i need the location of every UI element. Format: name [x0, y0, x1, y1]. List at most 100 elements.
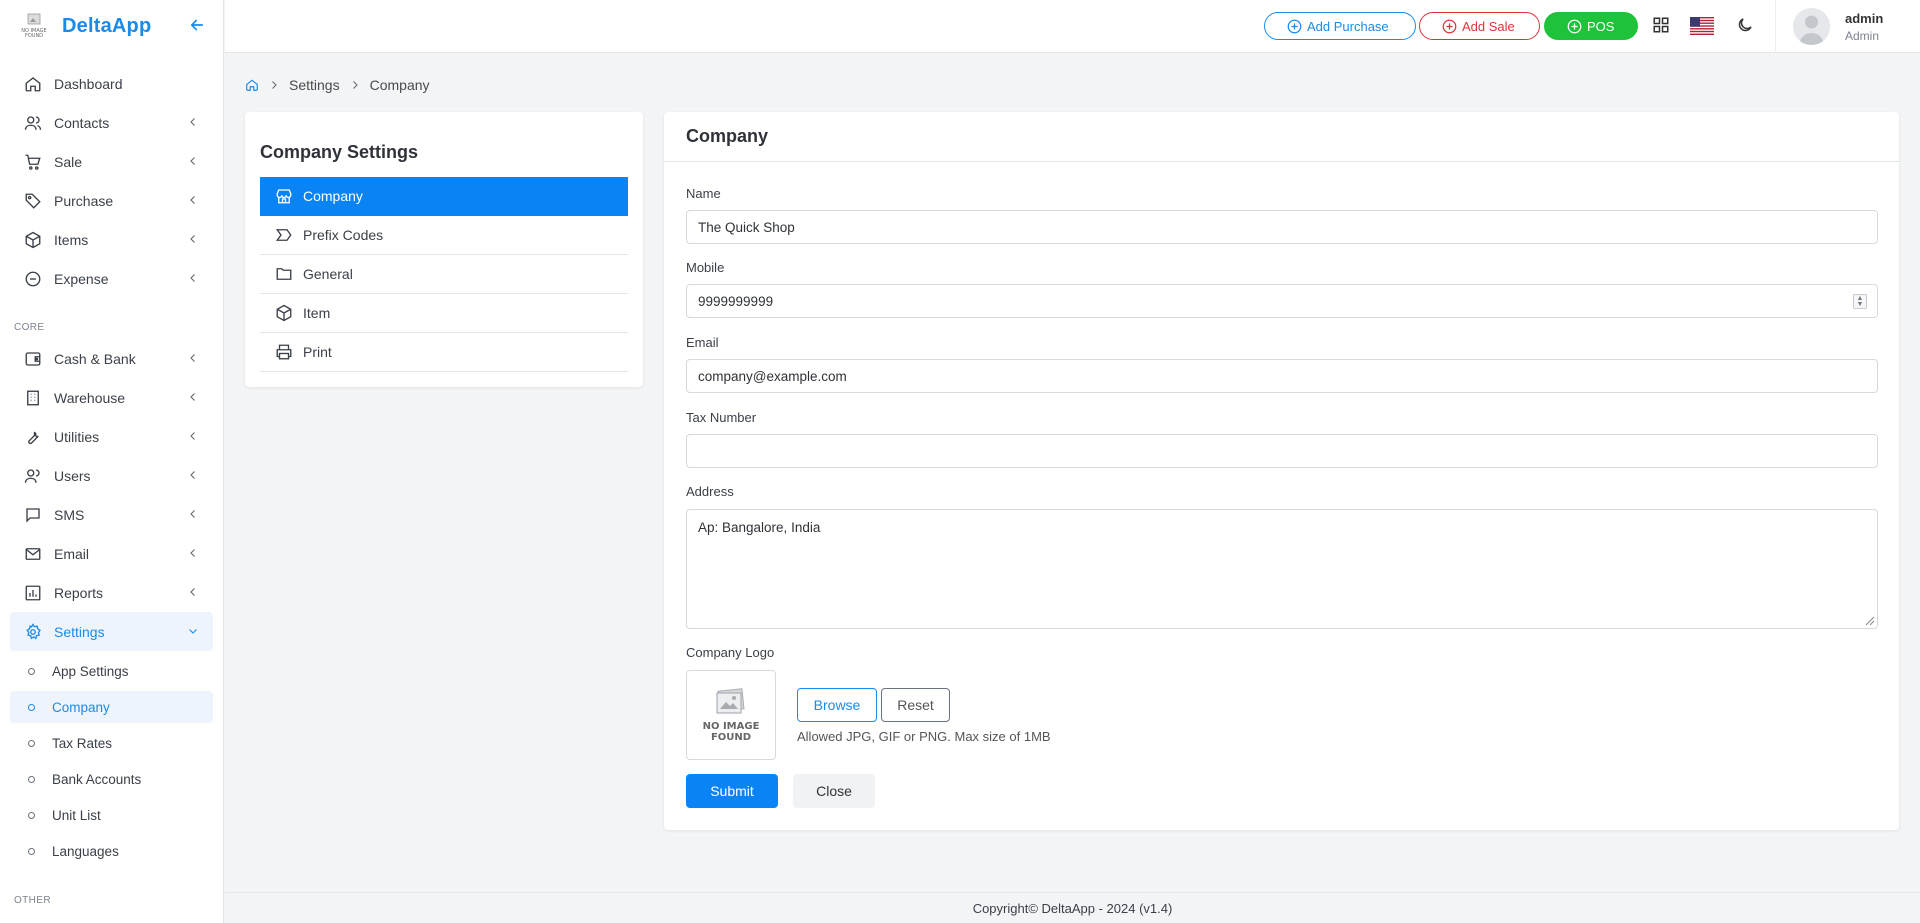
sidebar-subitem-bank-accounts[interactable]: Bank Accounts	[10, 763, 213, 795]
report-icon	[25, 585, 41, 600]
sidebar-item-reports[interactable]: Reports	[10, 573, 213, 612]
chevron-left-icon	[190, 274, 195, 282]
settings-menu-item[interactable]: Item	[260, 294, 628, 333]
sidebar-section-core: CORE	[14, 322, 45, 333]
sidebar-item-users[interactable]: Users	[10, 456, 213, 495]
us-flag-icon[interactable]	[1690, 17, 1714, 35]
sidebar-item-label: Sale	[54, 153, 83, 170]
tag-icon	[25, 193, 41, 209]
sidebar-subitem-languages[interactable]: Languages	[10, 835, 213, 867]
sidebar-subitem-label: Company	[52, 699, 110, 715]
settings-menu-label: General	[303, 266, 353, 282]
name-input[interactable]: The Quick Shop	[686, 210, 1878, 244]
apps-grid-icon[interactable]	[1652, 16, 1670, 34]
mobile-input[interactable]: 9999999999 ▲ ▼	[686, 284, 1878, 318]
settings-menu-prefix-codes[interactable]: Prefix Codes	[260, 216, 628, 255]
message-icon	[26, 507, 40, 523]
sidebar-item-settings[interactable]: Settings	[10, 612, 213, 651]
sidebar-item-label: Expense	[54, 270, 109, 287]
sidebar-section-other: OTHER	[14, 895, 51, 906]
sidebar-subitem-label: App Settings	[52, 663, 129, 679]
circle-bullet-icon	[28, 775, 35, 783]
sidebar-subitem-label: Languages	[52, 843, 119, 859]
chevron-left-icon	[190, 432, 195, 440]
back-arrow-icon[interactable]	[188, 16, 206, 34]
cart-icon	[25, 154, 41, 170]
sidebar-subitem-tax-rates[interactable]: Tax Rates	[10, 727, 213, 759]
image-placeholder-icon	[716, 688, 745, 714]
browse-button[interactable]: Browse	[797, 688, 877, 722]
folder-icon	[276, 268, 292, 280]
sidebar-item-label: Email	[54, 545, 90, 562]
name-label: Name	[686, 186, 721, 201]
settings-menu-label: Prefix Codes	[303, 227, 384, 243]
settings-menu-general[interactable]: General	[260, 255, 628, 294]
chevron-left-icon	[190, 354, 195, 362]
sidebar-item-sms[interactable]: SMS	[10, 495, 213, 534]
gear-icon	[26, 622, 41, 639]
sidebar-item-sale[interactable]: Sale	[10, 142, 213, 181]
settings-menu-company[interactable]: Company	[260, 177, 628, 216]
circle-bullet-icon	[28, 847, 35, 855]
breadcrumb-company: Company	[369, 77, 430, 93]
settings-menu-label: Print	[303, 344, 332, 360]
close-button[interactable]: Close	[793, 774, 875, 808]
home-icon[interactable]	[245, 78, 259, 92]
add-sale-label: Add Sale	[1462, 18, 1515, 34]
submit-button[interactable]: Submit	[686, 774, 778, 808]
sidebar-item-label: Contacts	[54, 114, 110, 131]
sidebar-item-utilities[interactable]: Utilities	[10, 417, 213, 456]
sidebar-item-warehouse[interactable]: Warehouse	[10, 378, 213, 417]
address-textarea[interactable]: Ap: Bangalore, India	[686, 509, 1878, 629]
chevron-right-icon	[349, 79, 361, 91]
pos-button[interactable]: POS	[1544, 12, 1638, 40]
breadcrumb-settings[interactable]: Settings	[289, 77, 340, 93]
sidebar-subitem-unit-list[interactable]: Unit List	[10, 799, 213, 831]
sidebar-item-dashboard[interactable]: Dashboard	[10, 64, 213, 103]
sidebar-subitem-app-settings[interactable]: App Settings	[10, 655, 213, 687]
sidebar-item-contacts[interactable]: Contacts	[10, 103, 213, 142]
chevron-left-icon	[190, 118, 195, 126]
mobile-label: Mobile	[686, 260, 725, 275]
sidebar-item-expense[interactable]: Expense	[10, 259, 213, 298]
plus-circle-icon	[1442, 19, 1457, 33]
email-label: Email	[686, 335, 719, 350]
brand-name: DeltaApp	[62, 14, 152, 37]
add-purchase-button[interactable]: Add Purchase	[1264, 12, 1416, 40]
moon-icon[interactable]	[1736, 16, 1754, 34]
chevron-right-icon	[268, 79, 280, 91]
sidebar-item-email[interactable]: Email	[10, 534, 213, 573]
avatar[interactable]	[1793, 8, 1830, 45]
sidebar-item-label: Utilities	[54, 428, 100, 445]
sidebar-item-cash-bank[interactable]: Cash & Bank	[10, 339, 213, 378]
settings-menu-print[interactable]: Print	[260, 333, 628, 372]
tax-number-input[interactable]	[686, 434, 1878, 468]
address-label: Address	[686, 484, 734, 499]
chevron-left-icon	[190, 471, 195, 479]
sidebar-item-label: Reports	[54, 584, 104, 601]
add-sale-button[interactable]: Add Sale	[1419, 12, 1540, 40]
user-name[interactable]: admin	[1845, 11, 1883, 26]
number-spinner[interactable]: ▲ ▼	[1853, 294, 1867, 309]
chevron-left-icon	[190, 549, 195, 557]
chevron-left-icon	[190, 235, 195, 243]
pos-label: POS	[1587, 18, 1615, 34]
sidebar-item-purchase[interactable]: Purchase	[10, 181, 213, 220]
circle-bullet-icon	[28, 811, 35, 819]
sidebar-item-label: SMS	[54, 506, 85, 523]
store-icon	[276, 189, 292, 204]
sidebar-item-items[interactable]: Items	[10, 220, 213, 259]
chevron-down-icon	[189, 629, 197, 634]
brand-logo-text: NO IMAGE FOUND	[21, 28, 47, 39]
sidebar-item-label: Warehouse	[54, 389, 126, 406]
sidebar-subitem-company[interactable]: Company	[10, 691, 213, 723]
box-icon	[276, 304, 292, 322]
user-role: Admin	[1845, 29, 1880, 43]
sidebar-item-label: Cash & Bank	[54, 350, 136, 367]
resize-handle-icon[interactable]	[1863, 614, 1875, 626]
reset-button[interactable]: Reset	[881, 688, 950, 722]
box-icon	[25, 231, 41, 248]
sidebar-subitem-label: Bank Accounts	[52, 771, 142, 787]
users-icon	[24, 115, 42, 130]
email-input[interactable]: company@example.com	[686, 359, 1878, 393]
